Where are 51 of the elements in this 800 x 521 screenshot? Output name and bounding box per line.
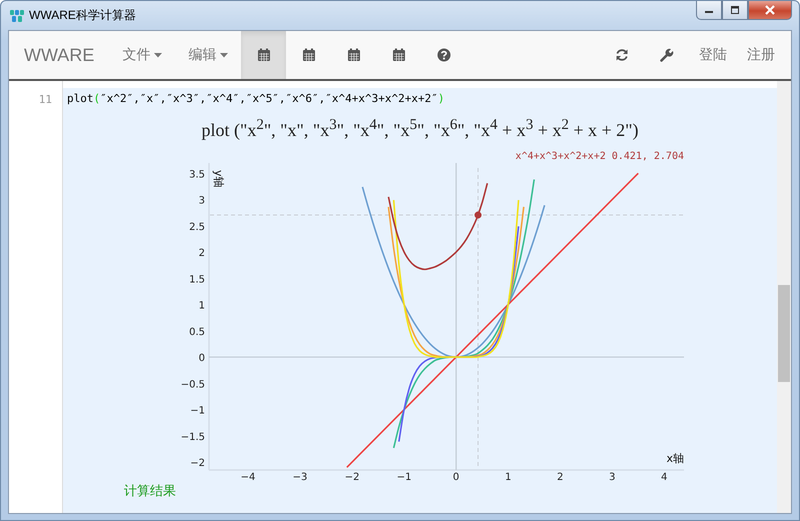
scrollbar[interactable] (777, 81, 791, 513)
y-tick-label: −1.5 (180, 432, 205, 443)
y-tick-label: 2 (198, 248, 205, 260)
code-line: plot(″x^2″,″x″,″x^3″,″x^4″,″x^5″,″x^6″,″x^4+x^3+x^2+x+2″) (66, 91, 446, 107)
y-tick-label: −0.5 (180, 379, 205, 390)
hover-point (474, 212, 482, 219)
x-tick-label: 3 (609, 472, 616, 482)
hover-readout: x^4+x^3+x^2+x+2 0.421, 2.704 (515, 151, 684, 162)
maximize-icon (730, 6, 740, 14)
refresh-icon (614, 48, 628, 62)
y-tick-label: 0 (198, 353, 205, 364)
close-button[interactable] (748, 1, 792, 20)
y-tick-label: 3.5 (189, 169, 205, 180)
x-tick-label: 2 (557, 472, 564, 482)
y-tick-label: −2 (190, 458, 205, 470)
menu-dropdown[interactable]: 文件 (109, 31, 176, 79)
calendar-icon (392, 48, 406, 62)
x-tick-label: −1 (396, 472, 412, 482)
window-title: WWARE科学计算器 (29, 7, 136, 24)
result-label: 计算结果 (124, 483, 176, 498)
nav-link[interactable]: 注册 (737, 31, 791, 79)
calendar-icon (302, 48, 316, 62)
math-formula: plot ("x$^{2}$", "x", "x$^{3}$", "x$^{4}$", "x$^{5}$", "x$^{6}$", "x$^{4}$ + x$^{3}$ + x$^{2}$ + x + 2") (201, 117, 638, 141)
app-logo-icon (9, 8, 25, 24)
x-tick-label: 1 (504, 472, 512, 482)
y-tick-label: 1 (198, 300, 205, 312)
close-icon (764, 5, 776, 15)
x-tick-label: 0 (452, 472, 460, 482)
x-tick-label: −3 (292, 472, 308, 482)
wrench-icon (660, 48, 674, 62)
line-number: 11 (38, 93, 52, 106)
x-tick-label: 4 (661, 472, 668, 482)
y-axis-label: y轴 (212, 170, 225, 188)
minimize-button[interactable] (696, 1, 722, 20)
x-tick-label: −2 (344, 472, 360, 482)
menu-dropdown[interactable]: 编辑 (175, 31, 242, 79)
maximize-button[interactable] (722, 1, 748, 20)
y-tick-label: 2.5 (189, 222, 205, 233)
y-tick-label: 1.5 (189, 274, 205, 286)
x-axis-label: x轴 (666, 452, 684, 465)
y-tick-label: 0.5 (189, 326, 205, 338)
toolbar-button[interactable] (241, 31, 286, 79)
x-tick-label: −4 (240, 472, 256, 482)
brand-link[interactable]: WWARE (9, 31, 110, 79)
help-icon (436, 48, 451, 62)
scrollbar-thumb[interactable] (778, 285, 790, 382)
calendar-icon (256, 48, 271, 62)
calendar-icon (346, 48, 361, 62)
nav-link[interactable]: 登陆 (689, 31, 737, 79)
y-tick-label: −1 (190, 406, 205, 417)
y-tick-label: 3 (198, 196, 205, 207)
